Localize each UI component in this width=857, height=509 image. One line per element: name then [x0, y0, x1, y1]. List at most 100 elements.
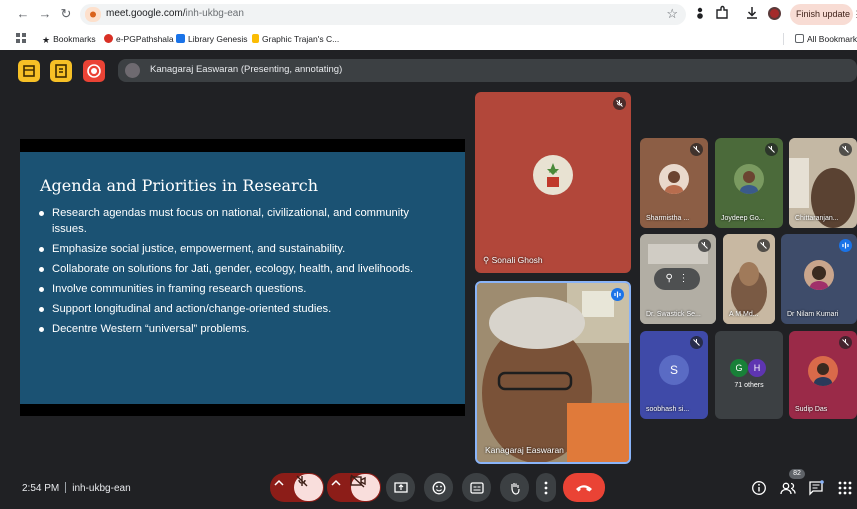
mic-off-icon [698, 239, 711, 252]
bookmark-bookmarks[interactable]: ★ Bookmarks [42, 33, 96, 45]
participant-tile-sharmistha[interactable]: Sharmistha ... [640, 138, 708, 228]
soobhash-avatar: S [659, 354, 689, 385]
pin-icon[interactable]: ⚲ [666, 273, 673, 284]
speaking-icon [839, 239, 852, 252]
participant-tile-soobhash[interactable]: S soobhash si... [640, 331, 708, 419]
participant-name-kanagaraj: Kanagaraj Easwaran [485, 445, 564, 455]
url-host: meet.google.com/ [106, 8, 186, 19]
participant-tile-nilam[interactable]: Dr Nilam Kumari [781, 234, 857, 324]
slide-title: Agenda and Priorities in Research [40, 176, 319, 195]
participant-tile-kanagaraj[interactable]: Kanagaraj Easwaran [475, 281, 631, 464]
leave-call-button[interactable] [563, 473, 605, 502]
meeting-time: 2:54 PM [22, 483, 60, 494]
participant-name-sudip: Sudip Das [795, 406, 828, 413]
extension-icon[interactable] [692, 5, 708, 21]
participant-name-sonali: ⚲ Sonali Ghosh [483, 255, 543, 265]
more-options-button[interactable] [536, 473, 556, 502]
mic-off-icon [613, 97, 626, 110]
site-icon [176, 34, 185, 43]
divider [65, 482, 67, 493]
people-icon[interactable] [780, 480, 796, 496]
participant-name-soobhash: soobhash si... [646, 406, 690, 413]
back-icon[interactable]: ← [14, 5, 32, 23]
presenting-banner: Kanagaraj Easwaran (Presenting, annotati… [118, 59, 857, 82]
folder-icon [795, 34, 804, 43]
presentation-slide: Agenda and Priorities in Research Resear… [20, 152, 465, 404]
participant-name-chittaranjan: Chittaranjan... [795, 215, 839, 222]
raise-hand-button[interactable] [500, 473, 529, 502]
presentation-area: Agenda and Priorities in Research Resear… [20, 139, 465, 416]
reactions-button[interactable] [424, 473, 453, 502]
activities-button[interactable] [18, 60, 40, 82]
download-icon[interactable] [744, 5, 760, 21]
pin-icon: ⚲ [483, 255, 490, 265]
participant-name-sharmistha: Sharmistha ... [646, 215, 690, 222]
mic-off-icon [839, 336, 852, 349]
mic-off-icon [757, 239, 770, 252]
puzzle-icon[interactable] [714, 5, 730, 21]
participant-tile-chittaranjan[interactable]: Chittaranjan... [789, 138, 857, 228]
site-icon [252, 34, 259, 43]
mic-off-icon [839, 143, 852, 156]
others-avatar-h: H [748, 359, 766, 377]
profile-avatar[interactable] [768, 7, 781, 20]
nilam-avatar [804, 260, 834, 291]
apps-icon[interactable] [16, 33, 26, 43]
others-tile[interactable]: G H 71 others [715, 331, 783, 419]
reload-icon[interactable]: ↻ [57, 5, 75, 23]
tile-options-button[interactable]: ⚲ ⋮ [654, 268, 700, 290]
camera-off-icon [350, 474, 366, 488]
meeting-info: 2:54 PM inh-ukbg-ean [22, 482, 131, 494]
activities-grid-icon[interactable] [837, 480, 853, 496]
finish-update-button[interactable]: Finish update ⋮ [790, 4, 857, 25]
site-info-icon[interactable] [85, 7, 101, 22]
mic-off-icon [690, 143, 703, 156]
hand-icon [510, 482, 520, 495]
mic-off-icon [296, 475, 308, 487]
mic-off-icon [765, 143, 778, 156]
speaking-icon [611, 288, 624, 301]
slide-bullet: Collaborate on solutions for Jati, gende… [38, 261, 438, 277]
recording-button[interactable] [83, 60, 105, 82]
more-vert-icon [544, 481, 548, 494]
captions-button[interactable] [462, 473, 491, 502]
participant-tile-swastick[interactable]: ⚲ ⋮ Dr. Swastick Se... [640, 234, 716, 324]
present-icon [393, 481, 408, 493]
bookmark-library-genesis[interactable]: Library Genesis [176, 33, 248, 45]
site-icon [104, 34, 113, 43]
chevron-up-icon [331, 479, 341, 486]
bookmark-graphic-trajan[interactable]: Graphic Trajan's C... [252, 33, 339, 45]
participant-name-swastick: Dr. Swastick Se... [646, 311, 701, 318]
bookmark-star-icon[interactable]: ☆ [666, 6, 678, 22]
participant-tile-am[interactable]: A M Md... [723, 234, 775, 324]
slide-bullet: Decentre Western “universal” problems. [38, 321, 438, 337]
star-icon: ★ [42, 35, 51, 45]
slide-bullet: Emphasize social justice, empowerment, a… [38, 241, 438, 257]
participant-tile-sudip[interactable]: Sudip Das [789, 331, 857, 419]
present-button[interactable] [386, 473, 415, 502]
info-panel-button[interactable] [50, 60, 72, 82]
bookmarks-bar: ★ Bookmarks e-PGPathshala Library Genesis… [0, 30, 857, 48]
meeting-details-icon[interactable] [751, 480, 767, 496]
audio-options-button[interactable] [270, 473, 296, 502]
participant-name-joydeep: Joydeep Go... [721, 215, 765, 222]
presenter-avatar [125, 63, 140, 78]
camera-control-group [327, 473, 381, 502]
bookmark-epgpathshala[interactable]: e-PGPathshala [104, 33, 174, 45]
slide-bullet: Support longitudinal and action/change-o… [38, 301, 438, 317]
mic-off-icon [690, 336, 703, 349]
chat-icon[interactable] [808, 480, 824, 496]
people-count-badge: 82 [789, 469, 805, 479]
slide-bullet: Research agendas must focus on national,… [38, 205, 438, 238]
bookmarks-separator [783, 33, 784, 45]
sonali-avatar [533, 155, 573, 196]
participant-tile-sonali[interactable]: ⚲ Sonali Ghosh [475, 92, 631, 273]
forward-icon[interactable]: → [36, 5, 54, 23]
camera-toggle-button[interactable] [350, 474, 380, 501]
address-bar[interactable]: meet.google.com/inh-ukbg-ean ☆ [80, 4, 686, 25]
all-bookmarks[interactable]: All Bookmarks [795, 33, 857, 45]
browser-chrome: ← → ↻ meet.google.com/inh-ukbg-ean ☆ Fin… [0, 0, 857, 50]
mic-toggle-button[interactable] [294, 474, 323, 501]
more-options-icon[interactable]: ⋮ [678, 273, 688, 284]
participant-tile-joydeep[interactable]: Joydeep Go... [715, 138, 783, 228]
